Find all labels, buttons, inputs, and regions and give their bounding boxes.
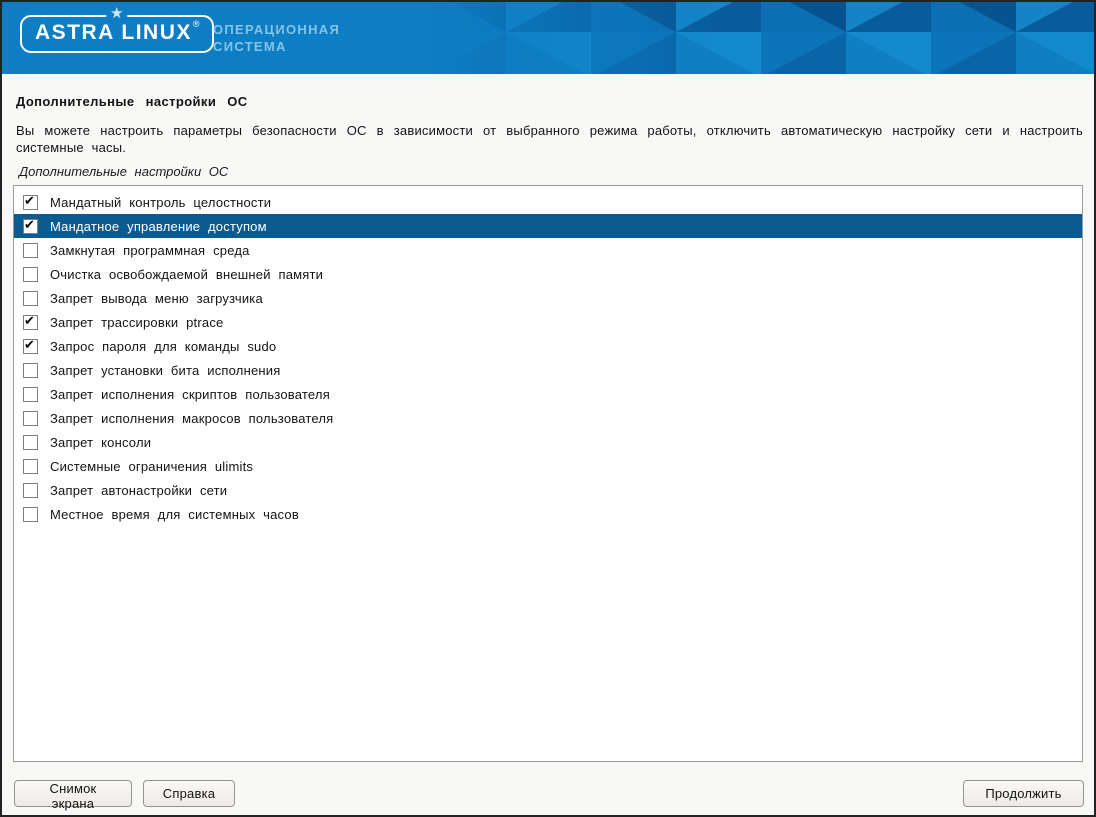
checkbox[interactable] xyxy=(23,435,38,450)
list-item[interactable]: Запрет трассировки ptrace xyxy=(14,310,1082,334)
option-label: Запрет исполнения макросов пользователя xyxy=(50,411,333,426)
checkbox[interactable] xyxy=(23,459,38,474)
description-line2: системные часы. xyxy=(16,139,1083,156)
checkbox[interactable] xyxy=(23,507,38,522)
list-item[interactable]: Мандатный контроль целостности xyxy=(14,190,1082,214)
option-label: Запрет исполнения скриптов пользователя xyxy=(50,387,330,402)
checkbox[interactable] xyxy=(23,411,38,426)
list-item[interactable]: Мандатное управление доступом xyxy=(14,214,1082,238)
description-line1: Вы можете настроить параметры безопаснос… xyxy=(16,122,1083,139)
checkbox[interactable] xyxy=(23,195,38,210)
brand-line1: ОПЕРАЦИОННАЯ xyxy=(213,21,340,38)
astra-linux-logo: ★ ASTRA LINUX® xyxy=(20,15,214,53)
brand-line2: СИСТЕМА xyxy=(213,38,340,55)
checkbox[interactable] xyxy=(23,339,38,354)
option-label: Очистка освобождаемой внешней памяти xyxy=(50,267,323,282)
checkbox[interactable] xyxy=(23,291,38,306)
logo-text: ASTRA LINUX xyxy=(35,21,192,44)
star-icon: ★ xyxy=(106,6,127,21)
list-item[interactable]: Запрет установки бита исполнения xyxy=(14,358,1082,382)
list-item[interactable]: Местное время для системных часов xyxy=(14,502,1082,526)
list-item[interactable]: Запрос пароля для команды sudo xyxy=(14,334,1082,358)
option-label: Замкнутая программная среда xyxy=(50,243,250,258)
option-label: Системные ограничения ulimits xyxy=(50,459,253,474)
option-label: Запрет трассировки ptrace xyxy=(50,315,223,330)
list-item[interactable]: Запрет исполнения макросов пользователя xyxy=(14,406,1082,430)
list-item[interactable]: Запрет автонастройки сети xyxy=(14,478,1082,502)
main-content: Дополнительные настройки ОС Вы можете на… xyxy=(2,94,1094,762)
option-label: Мандатный контроль целостности xyxy=(50,195,271,210)
page-title: Дополнительные настройки ОС xyxy=(16,94,1083,109)
options-list-label: Дополнительные настройки ОС xyxy=(19,164,1083,179)
checkbox[interactable] xyxy=(23,219,38,234)
checkbox[interactable] xyxy=(23,363,38,378)
help-button[interactable]: Справка xyxy=(143,780,235,807)
header-banner: ★ ASTRA LINUX® ОПЕРАЦИОННАЯ СИСТЕМА xyxy=(2,2,1094,74)
option-label: Мандатное управление доступом xyxy=(50,219,267,234)
checkbox[interactable] xyxy=(23,243,38,258)
list-item[interactable]: Запрет вывода меню загрузчика xyxy=(14,286,1082,310)
page-description: Вы можете настроить параметры безопаснос… xyxy=(16,122,1083,156)
option-label: Запрет установки бита исполнения xyxy=(50,363,280,378)
checkbox[interactable] xyxy=(23,387,38,402)
option-label: Запрет консоли xyxy=(50,435,151,450)
option-label: Местное время для системных часов xyxy=(50,507,299,522)
list-item[interactable]: Очистка освобождаемой внешней памяти xyxy=(14,262,1082,286)
list-item[interactable]: Замкнутая программная среда xyxy=(14,238,1082,262)
option-label: Запрет вывода меню загрузчика xyxy=(50,291,263,306)
installer-window: ★ ASTRA LINUX® ОПЕРАЦИОННАЯ СИСТЕМА Допо… xyxy=(0,0,1096,817)
option-label: Запрет автонастройки сети xyxy=(50,483,227,498)
checkbox[interactable] xyxy=(23,315,38,330)
list-item[interactable]: Запрет консоли xyxy=(14,430,1082,454)
checkbox[interactable] xyxy=(23,267,38,282)
checkbox[interactable] xyxy=(23,483,38,498)
list-item[interactable]: Запрет исполнения скриптов пользователя xyxy=(14,382,1082,406)
continue-button[interactable]: Продолжить xyxy=(963,780,1084,807)
list-item[interactable]: Системные ограничения ulimits xyxy=(14,454,1082,478)
option-label: Запрос пароля для команды sudo xyxy=(50,339,276,354)
brand-caption: ОПЕРАЦИОННАЯ СИСТЕМА xyxy=(213,21,340,55)
screenshot-button[interactable]: Снимок экрана xyxy=(14,780,132,807)
registered-mark: ® xyxy=(193,19,200,29)
options-list[interactable]: Мандатный контроль целостности Мандатное… xyxy=(13,185,1083,762)
